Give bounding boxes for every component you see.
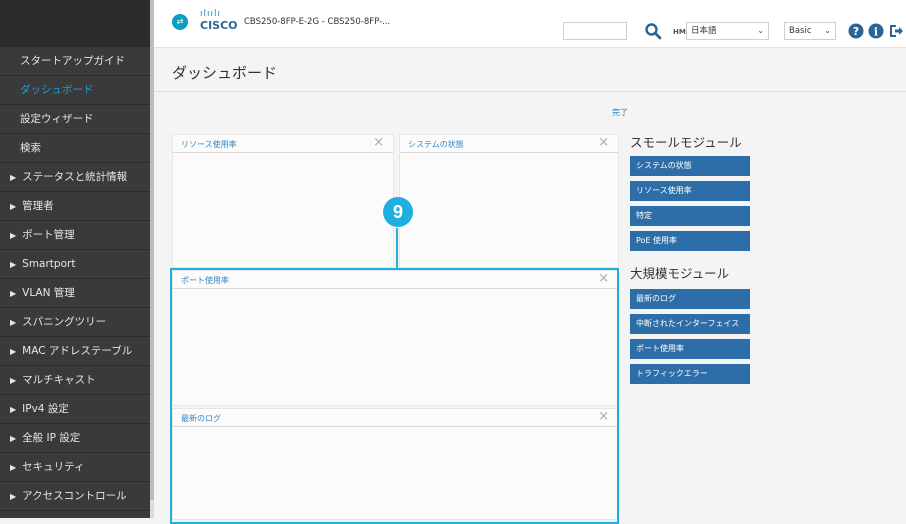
chevron-right-icon: ▶ [10,173,17,182]
panel-header: システムの状態 × [400,135,618,153]
cisco-wordmark: CISCO [200,19,238,32]
chevron-right-icon: ▶ [10,434,17,443]
panel-header: リソース使用率 × [173,135,393,153]
sidebar-item-label: VLAN 管理 [22,287,75,299]
sidebar-item[interactable]: ▶ 管理者 [0,192,150,221]
chevron-right-icon: ▶ [10,405,17,414]
sidebar-item[interactable]: 検索 [0,134,150,163]
panel-resource-usage: リソース使用率 × [172,134,394,268]
cisco-bars: ılıılı [200,9,222,19]
device-name: CBS250-8FP-E-2G - CBS250-8FP-... [244,17,391,27]
large-module-button[interactable]: トラフィックエラー [630,364,750,384]
sidebar-item[interactable]: ▶ Smartport [0,250,150,279]
sidebar-item[interactable]: ▶ VLAN 管理 [0,279,150,308]
chevron-down-icon: ⌄ [824,26,831,35]
sidebar-item-label: 検索 [20,142,41,154]
sidebar-item[interactable]: ▶ アクセスコントロール [0,482,150,511]
search-icon[interactable] [644,22,662,40]
chevron-right-icon: ▶ [10,202,17,211]
cisco-logo: ılıılı CISCO [200,9,238,37]
large-module-button[interactable]: 最新のログ [630,289,750,309]
sidebar-item-label: 管理者 [22,200,54,212]
search-input[interactable] [563,22,627,40]
sidebar-item[interactable]: ダッシュボード [0,76,150,105]
sidebar-item[interactable]: 設定ウィザード [0,105,150,134]
small-modules-title: スモールモジュール [630,135,742,150]
mode-select[interactable]: Basic ⌄ [784,22,836,40]
chevron-right-icon: ▶ [10,347,17,356]
large-modules-title: 大規模モジュール [630,266,730,281]
chevron-right-icon: ▶ [10,289,17,298]
sidebar-item-label: Smartport [22,258,76,270]
chevron-right-icon: ▶ [10,376,17,385]
close-icon[interactable]: × [373,136,384,150]
chevron-down-icon: ⌄ [757,26,764,35]
brand-icon[interactable]: ⇄ [172,14,188,30]
sidebar-item[interactable]: ▶ ステータスと統計情報 [0,163,150,192]
small-module-button[interactable]: システムの状態 [630,156,750,176]
callout-line [396,228,398,268]
chevron-right-icon: ▶ [10,318,17,327]
chevron-right-icon: ▶ [10,492,17,501]
small-module-button[interactable]: リソース使用率 [630,181,750,201]
sidebar-header [0,0,150,47]
sidebar-item-label: IPv4 設定 [22,403,69,415]
panel-title: システムの状態 [408,140,464,149]
small-module-button[interactable]: 特定 [630,206,750,226]
sidebar-item-label: 設定ウィザード [20,113,94,125]
sidebar: スタートアップガイド ダッシュボード 設定ウィザード 検索 ▶ ステータスと統計情報 ▶ 管理… [0,0,150,518]
sidebar-menu: スタートアップガイド ダッシュボード 設定ウィザード 検索 ▶ ステータスと統計情報 ▶ 管理… [0,47,150,511]
sidebar-item[interactable]: ▶ ポート管理 [0,221,150,250]
sidebar-item-label: スパニングツリー [22,316,107,328]
sidebar-item[interactable]: スタートアップガイド [0,47,150,76]
panel-title: リソース使用率 [181,140,237,149]
chevron-right-icon: ▶ [10,463,17,472]
sidebar-item[interactable]: ▶ セキュリティ [0,453,150,482]
sidebar-item-label: セキュリティ [22,461,85,473]
sidebar-item[interactable]: ▶ スパニングツリー [0,308,150,337]
chevron-right-icon: ▶ [10,231,17,240]
large-module-button[interactable]: ポート使用率 [630,339,750,359]
top-header: ⇄ ılıılı CISCO CBS250-8FP-E-2G - CBS250-… [154,0,906,48]
language-select[interactable]: 日本語 ⌄ [686,22,769,40]
sidebar-item[interactable]: ▶ マルチキャスト [0,366,150,395]
sidebar-item-label: MAC アドレステーブル [22,345,133,357]
sidebar-item-label: アクセスコントロール [22,490,127,502]
sidebar-item-label: スタートアップガイド [20,55,125,67]
done-link[interactable]: 完了 [612,107,628,118]
sidebar-item-label: ステータスと統計情報 [22,171,128,183]
panel-system-status: システムの状態 × [399,134,619,268]
mode-value: Basic [789,26,812,36]
sidebar-item-label: マルチキャスト [22,374,96,386]
language-value: 日本語 [691,26,717,36]
info-icon[interactable]: i [868,23,884,39]
large-module-button[interactable]: 中断されたインターフェイス [630,314,750,334]
sidebar-item[interactable]: ▶ MAC アドレステーブル [0,337,150,366]
logout-icon[interactable] [888,23,904,39]
sidebar-scrollbar[interactable] [150,0,154,500]
chevron-right-icon: ▶ [10,260,17,269]
sidebar-item-label: 全般 IP 設定 [22,432,81,444]
title-divider [154,91,906,92]
svg-text:i: i [874,26,878,39]
svg-text:?: ? [853,25,859,38]
sidebar-item[interactable]: ▶ IPv4 設定 [0,395,150,424]
small-module-button[interactable]: PoE 使用率 [630,231,750,251]
page-title: ダッシュボード [172,64,278,82]
callout-badge: 9 [383,197,413,227]
hm-label: HM [673,28,686,36]
help-icon[interactable]: ? [848,23,864,39]
sidebar-item-label: ダッシュボード [20,84,94,96]
sidebar-item[interactable]: ▶ 全般 IP 設定 [0,424,150,453]
close-icon[interactable]: × [598,136,609,150]
highlight-frame [170,268,619,524]
sidebar-item-label: ポート管理 [22,229,75,241]
